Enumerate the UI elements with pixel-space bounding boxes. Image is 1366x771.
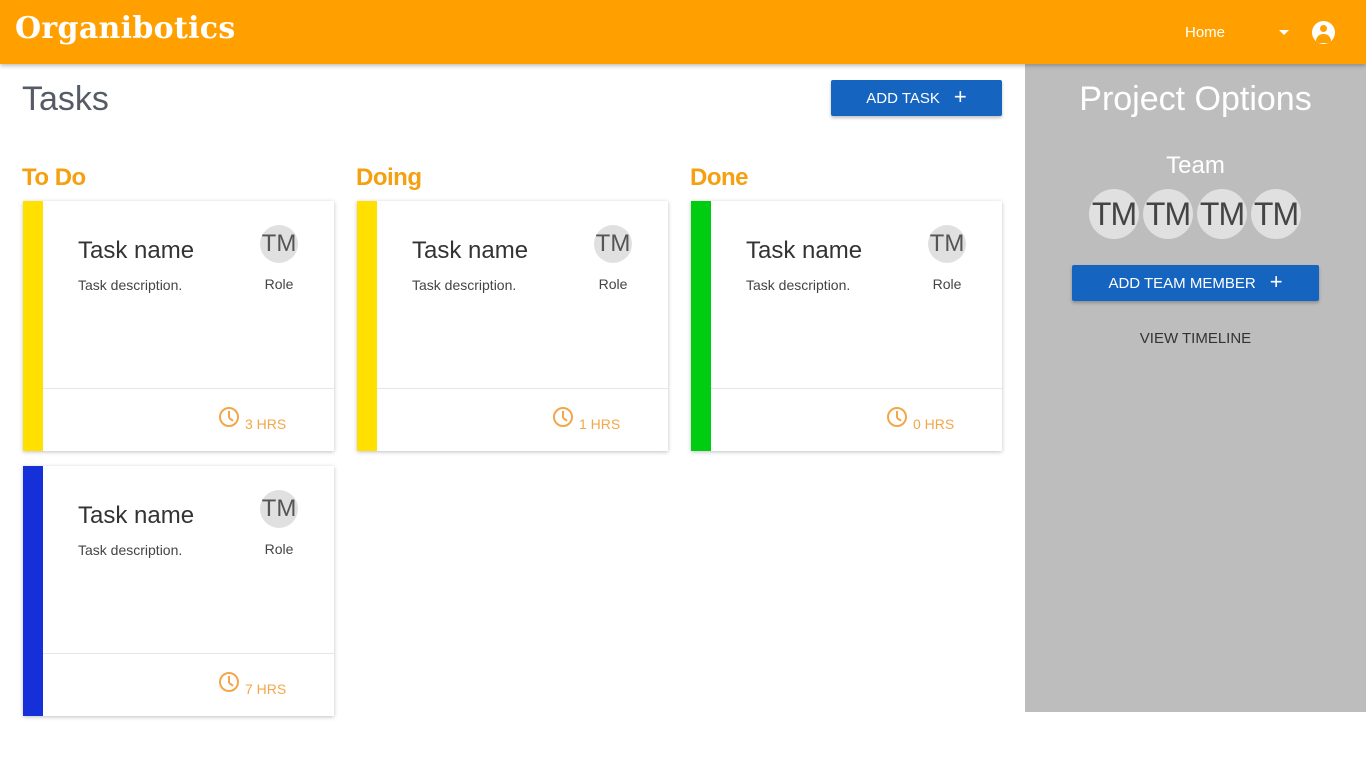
card-divider bbox=[43, 653, 334, 654]
account-head-shape bbox=[1320, 25, 1327, 32]
project-options-panel: Project Options Team TM TM TM TM ADD TEA… bbox=[1025, 64, 1366, 712]
task-hours: 3 HRS bbox=[245, 416, 287, 432]
clock-icon bbox=[553, 407, 573, 427]
panel-title: Project Options bbox=[1079, 80, 1312, 118]
assignee-role: Role bbox=[598, 276, 628, 292]
plus-icon: + bbox=[1269, 269, 1283, 294]
top-app-bar: Organibotics Home bbox=[0, 0, 1366, 64]
view-timeline-button[interactable]: VIEW TIMELINE bbox=[1025, 330, 1366, 347]
clock-icon bbox=[219, 672, 239, 692]
task-description: Task description. bbox=[78, 542, 183, 558]
team-label: Team bbox=[1166, 152, 1225, 179]
add-team-member-label: ADD TEAM MEMBER bbox=[1108, 274, 1256, 292]
add-team-member-button[interactable]: ADD TEAM MEMBER + bbox=[1072, 265, 1319, 301]
page-title: Tasks bbox=[22, 80, 109, 118]
assignee-avatar[interactable]: TM bbox=[260, 225, 298, 263]
clock-icon bbox=[887, 407, 907, 427]
team-member-avatar[interactable]: TM bbox=[1251, 189, 1301, 239]
status-stripe bbox=[691, 201, 711, 451]
task-name: Task name bbox=[746, 237, 863, 264]
task-description: Task description. bbox=[78, 277, 183, 293]
team-member-avatar[interactable]: TM bbox=[1197, 189, 1247, 239]
team-member-list: TM TM TM TM bbox=[1089, 189, 1303, 239]
assignee-avatar[interactable]: TM bbox=[928, 225, 966, 263]
task-name: Task name bbox=[78, 502, 195, 529]
task-card[interactable]: Task name Task description. TM Role 0 HR… bbox=[691, 201, 1002, 451]
task-hours: 7 HRS bbox=[245, 681, 287, 697]
nav-home-link[interactable]: Home bbox=[1185, 24, 1225, 41]
account-circle-icon[interactable] bbox=[1312, 21, 1335, 44]
caret-down-icon[interactable] bbox=[1279, 30, 1289, 35]
assignee-role: Role bbox=[264, 276, 294, 292]
team-member-avatar[interactable]: TM bbox=[1143, 189, 1193, 239]
clock-icon bbox=[219, 407, 239, 427]
task-hours: 0 HRS bbox=[913, 416, 955, 432]
assignee-avatar[interactable]: TM bbox=[594, 225, 632, 263]
plus-icon: + bbox=[953, 84, 967, 109]
column-title-doing: Doing bbox=[356, 164, 422, 191]
assignee-role: Role bbox=[264, 541, 294, 557]
brand-logo[interactable]: Organibotics bbox=[15, 11, 236, 46]
column-title-done: Done bbox=[690, 164, 749, 191]
status-stripe bbox=[23, 201, 43, 451]
add-task-label: ADD TASK bbox=[866, 89, 940, 107]
task-description: Task description. bbox=[746, 277, 851, 293]
status-stripe bbox=[357, 201, 377, 451]
task-card[interactable]: Task name Task description. TM Role 3 HR… bbox=[23, 201, 334, 451]
task-card[interactable]: Task name Task description. TM Role 1 HR… bbox=[357, 201, 668, 451]
assignee-role: Role bbox=[932, 276, 962, 292]
card-divider bbox=[43, 388, 334, 389]
status-stripe bbox=[23, 466, 43, 716]
task-name: Task name bbox=[78, 237, 195, 264]
column-title-todo: To Do bbox=[22, 164, 86, 191]
task-name: Task name bbox=[412, 237, 529, 264]
task-description: Task description. bbox=[412, 277, 517, 293]
add-task-button[interactable]: ADD TASK + bbox=[831, 80, 1002, 116]
task-hours: 1 HRS bbox=[579, 416, 621, 432]
card-divider bbox=[711, 388, 1002, 389]
account-body-shape bbox=[1316, 34, 1331, 43]
assignee-avatar[interactable]: TM bbox=[260, 490, 298, 528]
card-divider bbox=[377, 388, 668, 389]
team-member-avatar[interactable]: TM bbox=[1089, 189, 1139, 239]
task-card[interactable]: Task name Task description. TM Role 7 HR… bbox=[23, 466, 334, 716]
